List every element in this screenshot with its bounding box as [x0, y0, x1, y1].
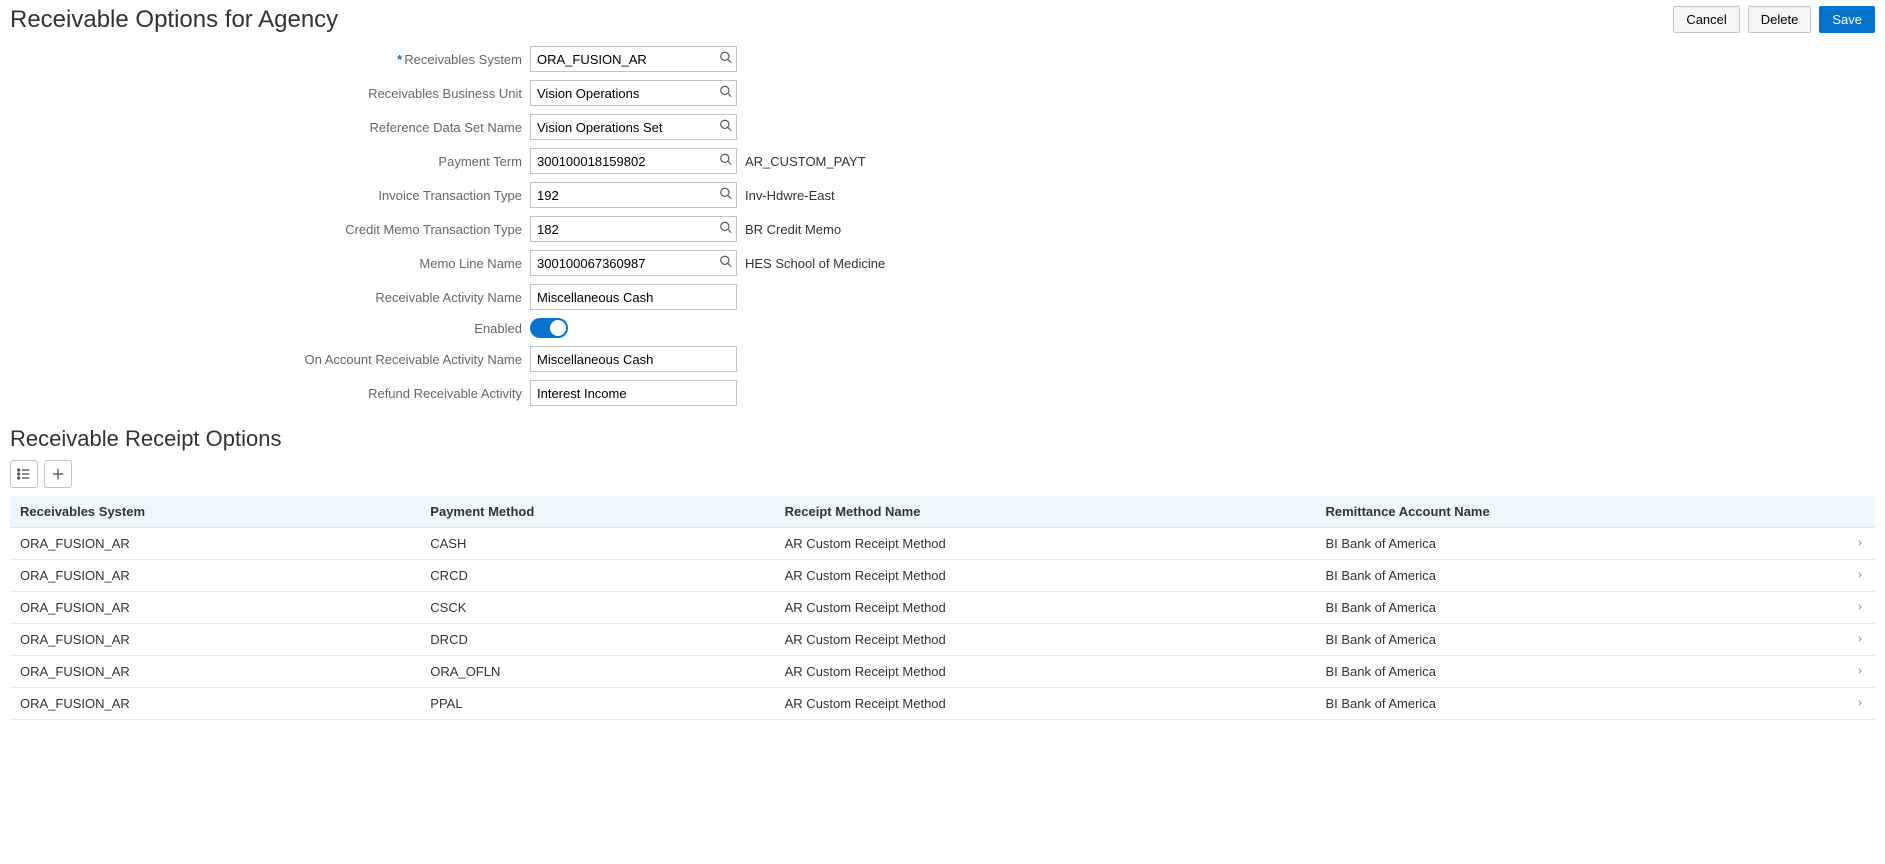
cell-remit: BI Bank of America	[1315, 688, 1837, 720]
form-area: *Receivables System Receivables Business…	[10, 42, 1875, 406]
col-header-method[interactable]: Payment Method	[420, 496, 774, 528]
cell-system: ORA_FUSION_AR	[10, 656, 420, 688]
cell-system: ORA_FUSION_AR	[10, 624, 420, 656]
receivables-system-input[interactable]	[530, 46, 737, 72]
cell-system: ORA_FUSION_AR	[10, 528, 420, 560]
search-icon[interactable]	[719, 119, 733, 136]
cell-system: ORA_FUSION_AR	[10, 688, 420, 720]
col-header-receipt-name[interactable]: Receipt Method Name	[775, 496, 1316, 528]
cell-method: DRCD	[420, 624, 774, 656]
cell-method: PPAL	[420, 688, 774, 720]
invoice-txn-type-input[interactable]	[530, 182, 737, 208]
payment-term-input[interactable]	[530, 148, 737, 174]
receipt-options-table: Receivables System Payment Method Receip…	[10, 496, 1875, 720]
receipt-options-title: Receivable Receipt Options	[10, 426, 1875, 452]
payment-term-label: Payment Term	[10, 154, 530, 169]
chevron-right-icon[interactable]	[1838, 560, 1875, 592]
cell-receipt-name: AR Custom Receipt Method	[775, 560, 1316, 592]
search-icon[interactable]	[719, 153, 733, 170]
credit-memo-txn-input[interactable]	[530, 216, 737, 242]
memo-line-label: Memo Line Name	[10, 256, 530, 271]
cell-method: CASH	[420, 528, 774, 560]
grid-toolbar	[10, 460, 1875, 488]
cell-receipt-name: AR Custom Receipt Method	[775, 688, 1316, 720]
table-row[interactable]: ORA_FUSION_ARDRCDAR Custom Receipt Metho…	[10, 624, 1875, 656]
chevron-right-icon[interactable]	[1838, 592, 1875, 624]
action-buttons: Cancel Delete Save	[1673, 6, 1875, 33]
cell-remit: BI Bank of America	[1315, 560, 1837, 592]
business-unit-label: Receivables Business Unit	[10, 86, 530, 101]
invoice-txn-type-hint: Inv-Hdwre-East	[745, 188, 835, 203]
search-icon[interactable]	[719, 255, 733, 272]
credit-memo-txn-hint: BR Credit Memo	[745, 222, 841, 237]
cell-receipt-name: AR Custom Receipt Method	[775, 592, 1316, 624]
chevron-right-icon[interactable]	[1838, 656, 1875, 688]
delete-button[interactable]: Delete	[1748, 6, 1812, 33]
enabled-toggle[interactable]	[530, 318, 568, 338]
add-row-button[interactable]	[44, 460, 72, 488]
chevron-right-icon[interactable]	[1838, 624, 1875, 656]
cell-remit: BI Bank of America	[1315, 528, 1837, 560]
search-icon[interactable]	[719, 51, 733, 68]
activity-name-input[interactable]	[530, 284, 737, 310]
on-account-activity-label: On Account Receivable Activity Name	[10, 352, 530, 367]
list-icon[interactable]	[10, 460, 38, 488]
chevron-right-icon[interactable]	[1838, 528, 1875, 560]
table-row[interactable]: ORA_FUSION_ARCASHAR Custom Receipt Metho…	[10, 528, 1875, 560]
cell-method: ORA_OFLN	[420, 656, 774, 688]
col-header-system[interactable]: Receivables System	[10, 496, 420, 528]
save-button[interactable]: Save	[1819, 6, 1875, 33]
enabled-label: Enabled	[10, 321, 530, 336]
cell-remit: BI Bank of America	[1315, 592, 1837, 624]
search-icon[interactable]	[719, 85, 733, 102]
table-row[interactable]: ORA_FUSION_ARCSCKAR Custom Receipt Metho…	[10, 592, 1875, 624]
col-header-remit[interactable]: Remittance Account Name	[1315, 496, 1837, 528]
table-row[interactable]: ORA_FUSION_ARPPALAR Custom Receipt Metho…	[10, 688, 1875, 720]
cell-system: ORA_FUSION_AR	[10, 560, 420, 592]
business-unit-input[interactable]	[530, 80, 737, 106]
table-row[interactable]: ORA_FUSION_ARORA_OFLNAR Custom Receipt M…	[10, 656, 1875, 688]
chevron-right-icon[interactable]	[1838, 688, 1875, 720]
memo-line-hint: HES School of Medicine	[745, 256, 885, 271]
credit-memo-txn-label: Credit Memo Transaction Type	[10, 222, 530, 237]
memo-line-input[interactable]	[530, 250, 737, 276]
payment-term-hint: AR_CUSTOM_PAYT	[745, 154, 866, 169]
receivables-system-label: *Receivables System	[10, 52, 530, 67]
cell-remit: BI Bank of America	[1315, 624, 1837, 656]
cell-receipt-name: AR Custom Receipt Method	[775, 528, 1316, 560]
ref-data-set-label: Reference Data Set Name	[10, 120, 530, 135]
cell-method: CSCK	[420, 592, 774, 624]
invoice-txn-type-label: Invoice Transaction Type	[10, 188, 530, 203]
page-title: Receivable Options for Agency	[10, 6, 338, 34]
refund-activity-input[interactable]	[530, 380, 737, 406]
required-star: *	[397, 52, 402, 67]
activity-name-label: Receivable Activity Name	[10, 290, 530, 305]
cell-receipt-name: AR Custom Receipt Method	[775, 656, 1316, 688]
search-icon[interactable]	[719, 221, 733, 238]
cancel-button[interactable]: Cancel	[1673, 6, 1739, 33]
cell-receipt-name: AR Custom Receipt Method	[775, 624, 1316, 656]
cell-system: ORA_FUSION_AR	[10, 592, 420, 624]
search-icon[interactable]	[719, 187, 733, 204]
on-account-activity-input[interactable]	[530, 346, 737, 372]
cell-remit: BI Bank of America	[1315, 656, 1837, 688]
cell-method: CRCD	[420, 560, 774, 592]
ref-data-set-input[interactable]	[530, 114, 737, 140]
refund-activity-label: Refund Receivable Activity	[10, 386, 530, 401]
table-row[interactable]: ORA_FUSION_ARCRCDAR Custom Receipt Metho…	[10, 560, 1875, 592]
